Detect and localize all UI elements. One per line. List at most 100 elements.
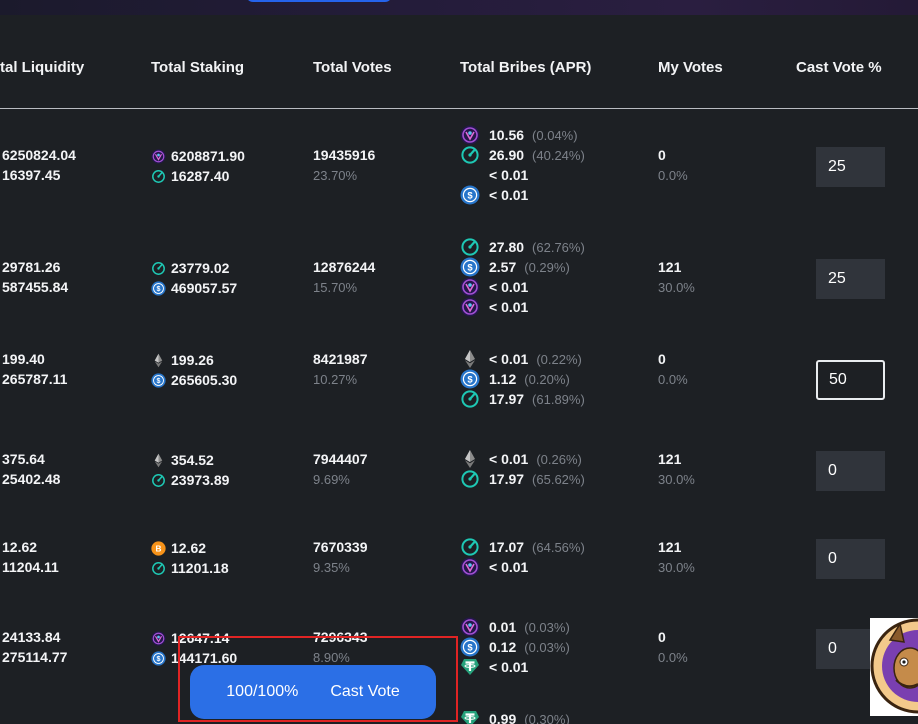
bribes-item: < 0.01 [460, 657, 536, 677]
liquidity-value: 275114.77 [2, 649, 68, 665]
total-votes-value: 12876244 [313, 259, 376, 275]
teal-gauge-token-icon [151, 168, 166, 184]
staking-amount: 11201.18 [171, 560, 229, 576]
cast-vote-input[interactable] [816, 360, 885, 400]
total-votes-value: 19435916 [313, 147, 376, 163]
usdc-token-icon: $ [151, 372, 166, 388]
bribes-item: 26.90 (40.24%) [460, 145, 585, 165]
liquidity-value: 12.62 [2, 539, 38, 555]
my-votes-value: 0 [658, 351, 666, 367]
bribes-item: < 0.01 [460, 297, 536, 317]
total-votes-value: 7944407 [313, 451, 368, 467]
total-votes-percent: 15.70% [313, 280, 358, 295]
liquidity-value: 6250824.04 [2, 147, 76, 163]
cast-vote-button[interactable]: 100/100% Cast Vote [190, 665, 436, 719]
bribes-apr: (0.03%) [524, 619, 570, 635]
staking-item: $265605.30 [151, 370, 237, 390]
bribes-item: 17.07 (64.56%) [460, 537, 585, 557]
staking-item: B 12.62 [151, 538, 206, 558]
staking-item: 11201.18 [151, 558, 229, 578]
my-votes-percent: 30.0% [658, 472, 695, 487]
bribes-apr: (0.03%) [524, 639, 570, 655]
purple-token-icon [460, 125, 480, 145]
total-votes-percent: 23.70% [313, 168, 358, 183]
teal-gauge-token-icon [460, 389, 480, 409]
total-votes-value: 7670339 [313, 539, 368, 555]
bribes-amount: 2.57 [489, 259, 517, 275]
tether-icon [460, 709, 480, 724]
liquidity-value: 375.64 [2, 451, 45, 467]
user-avatar[interactable] [870, 618, 918, 716]
bribes-item: < 0.01 (0.26%) [460, 449, 582, 469]
liquidity-value: 199.40 [2, 351, 45, 367]
purple-token-icon [151, 148, 166, 164]
vote-allocation-total: 100/100% [226, 683, 299, 700]
bribes-item: 17.97 (61.89%) [460, 389, 585, 409]
teal-gauge-token-icon [460, 237, 480, 257]
my-votes-percent: 30.0% [658, 280, 695, 295]
staking-amount: 23973.89 [171, 472, 230, 488]
staking-item: 354.52 [151, 450, 214, 470]
column-my-votes[interactable]: My Votes [658, 59, 723, 76]
svg-text:B: B [156, 544, 162, 553]
bribes-amount: 0.12 [489, 639, 517, 655]
bribes-item: 0.99 (0.30%) [460, 709, 570, 724]
staking-item: 199.26 [151, 350, 214, 370]
bribes-item: < 0.01 [460, 277, 536, 297]
cast-vote-label: Cast Vote [330, 683, 400, 700]
bribes-amount: < 0.01 [489, 659, 529, 675]
bribes-item: $2.57 (0.29%) [460, 257, 570, 277]
bribes-item: $ < 0.01 [460, 185, 536, 205]
total-votes-percent: 9.69% [313, 472, 350, 487]
nav-button[interactable] [246, 0, 392, 2]
staking-amount: 6208871.90 [171, 148, 245, 164]
usdc-token-icon: $ [460, 369, 480, 389]
column-cast-vote[interactable]: Cast Vote % [796, 59, 882, 76]
bribes-amount: 0.99 [489, 711, 517, 724]
ethereum-icon [151, 453, 166, 468]
teal-gauge-token-icon [460, 537, 480, 557]
bribes-item: < 0.01 [460, 165, 536, 185]
column-total-votes[interactable]: Total Votes [313, 59, 392, 76]
bribes-item: $0.12 (0.03%) [460, 637, 570, 657]
bribes-amount: 1.12 [489, 371, 517, 387]
teal-gauge-token-icon [151, 472, 166, 488]
cast-vote-input[interactable] [816, 147, 885, 187]
tether-icon [460, 657, 480, 677]
staking-item: 16287.40 [151, 166, 229, 186]
ethereum-icon [151, 353, 166, 368]
bribes-apr: (62.76%) [532, 239, 585, 255]
bribes-amount: < 0.01 [489, 167, 529, 183]
total-votes-value: 8421987 [313, 351, 368, 367]
liquidity-value: 265787.11 [2, 371, 68, 387]
blank-icon-slot [460, 165, 480, 185]
cast-vote-input[interactable] [816, 539, 885, 579]
cast-vote-input[interactable] [816, 259, 885, 299]
cast-vote-input[interactable] [816, 451, 885, 491]
bribes-apr: (0.29%) [524, 259, 570, 275]
ethereum-icon [460, 349, 480, 369]
bribes-amount: 27.80 [489, 239, 525, 255]
purple-token-icon [151, 630, 166, 646]
svg-text:$: $ [157, 655, 161, 663]
column-total-liquidity[interactable]: tal Liquidity [0, 59, 84, 76]
bribes-amount: < 0.01 [489, 279, 529, 295]
usdc-token-icon: $ [151, 650, 166, 666]
usdc-token-icon: $ [151, 280, 166, 296]
liquidity-value: 25402.48 [2, 471, 61, 487]
usdc-token-icon: $ [460, 257, 480, 277]
cast-vote-highlight: 100/100% Cast Vote [178, 636, 458, 722]
bribes-apr: (61.89%) [532, 391, 585, 407]
my-votes-value: 0 [658, 147, 666, 163]
my-votes-value: 121 [658, 451, 682, 467]
my-votes-value: 121 [658, 259, 682, 275]
svg-text:$: $ [467, 643, 473, 654]
bribes-apr: (65.62%) [532, 471, 585, 487]
column-total-bribes[interactable]: Total Bribes (APR) [460, 59, 591, 76]
column-total-staking[interactable]: Total Staking [151, 59, 244, 76]
teal-gauge-token-icon [151, 260, 166, 276]
bribes-amount: 17.97 [489, 471, 525, 487]
bribes-item: 27.80 (62.76%) [460, 237, 585, 257]
bribes-apr: (40.24%) [532, 147, 585, 163]
bribes-amount: 17.07 [489, 539, 525, 555]
